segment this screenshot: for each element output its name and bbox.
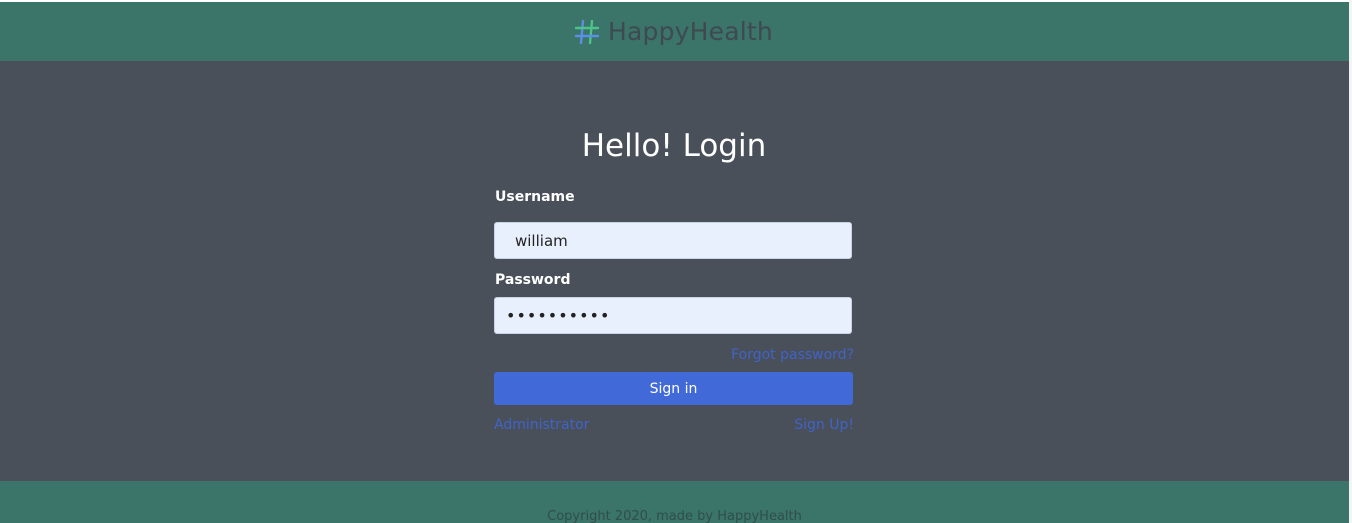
top-navbar: HappyHealth [0, 2, 1349, 61]
main-content: Hello! Login Username Password Forgot pa… [0, 61, 1349, 481]
administrator-link[interactable]: Administrator [494, 417, 589, 433]
brand[interactable]: HappyHealth [574, 17, 773, 46]
brand-name: HappyHealth [608, 17, 773, 46]
footer: Copyright 2020, made by HappyHealth [0, 481, 1349, 523]
login-form: Hello! Login Username Password Forgot pa… [494, 128, 854, 433]
password-input[interactable] [494, 297, 852, 334]
sign-in-button[interactable]: Sign in [494, 372, 853, 405]
page: HappyHealth Hello! Login Username Passwo… [0, 0, 1352, 523]
forgot-password-link[interactable]: Forgot password? [731, 347, 854, 363]
username-input[interactable] [494, 222, 852, 259]
password-label: Password [495, 272, 571, 288]
copyright-text: Copyright 2020, made by HappyHealth [547, 509, 802, 523]
hash-icon [574, 19, 600, 44]
page-title: Hello! Login [581, 128, 767, 164]
sign-up-link[interactable]: Sign Up! [794, 417, 854, 433]
username-label: Username [495, 189, 575, 205]
